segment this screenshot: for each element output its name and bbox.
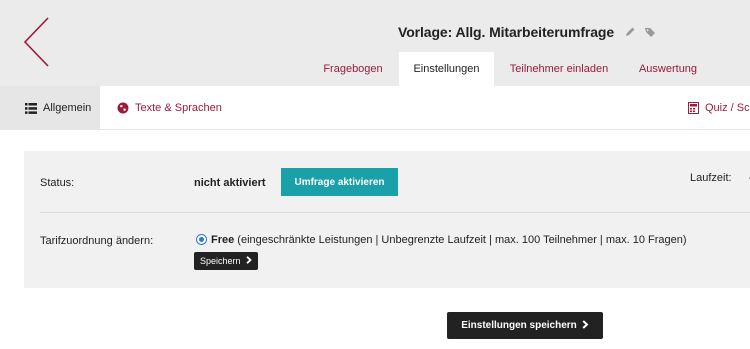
plan-name: Free xyxy=(211,234,235,246)
tarif-label: Tarifzuordnung ändern: xyxy=(40,235,154,247)
tag-icon[interactable] xyxy=(644,26,656,38)
status-value: nicht aktiviert xyxy=(194,177,266,189)
subnav-item-label: Quiz / Sc xyxy=(705,102,750,114)
save-plan-button[interactable]: Speichern xyxy=(194,252,258,270)
page-title: Vorlage: Allg. Mitarbeiterumfrage xyxy=(398,24,615,40)
chevron-right-icon xyxy=(582,319,589,332)
tab-einstellungen[interactable]: Einstellungen xyxy=(399,52,494,86)
status-label: Status: xyxy=(40,177,75,189)
calculator-icon xyxy=(688,102,699,114)
laufzeit: Laufzeit: - xyxy=(690,172,750,184)
plan-free-radio[interactable] xyxy=(196,234,207,245)
subnav-item-allgemein[interactable]: Allgemein xyxy=(0,86,101,130)
subnav-item-texte-sprachen[interactable]: Texte & Sprachen xyxy=(117,86,222,130)
laufzeit-label: Laufzeit: xyxy=(690,172,732,184)
save-plan-label: Speichern xyxy=(200,256,241,266)
subnav-item-quiz[interactable]: Quiz / Sc xyxy=(688,86,750,130)
tab-auswertung[interactable]: Auswertung xyxy=(628,52,708,86)
plan-details: (eingeschränkte Leistungen | Unbegrenzte… xyxy=(234,234,687,246)
activate-survey-button[interactable]: Umfrage aktivieren xyxy=(281,168,398,196)
sub-navigation: Allgemein Texte & Sprachen Quiz / Sc xyxy=(0,86,750,130)
tab-teilnehmer-einladen[interactable]: Teilnehmer einladen xyxy=(500,52,618,86)
subnav-item-label: Allgemein xyxy=(43,102,92,114)
save-settings-label: Einstellungen speichern xyxy=(461,320,577,331)
title-row: Vorlage: Allg. Mitarbeiterumfrage xyxy=(398,23,656,41)
header: Vorlage: Allg. Mitarbeiterumfrage Frageb… xyxy=(0,0,750,86)
globe-icon xyxy=(117,102,129,114)
settings-panel: Status: nicht aktiviert Umfrage aktivier… xyxy=(24,151,750,288)
plan-description: Free (eingeschränkte Leistungen | Unbegr… xyxy=(211,234,687,246)
tab-fragebogen[interactable]: Fragebogen xyxy=(313,52,393,86)
divider xyxy=(40,212,750,213)
subnav-item-label: Texte & Sprachen xyxy=(135,102,222,114)
pencil-icon[interactable] xyxy=(624,26,636,38)
tab-bar: Fragebogen Einstellungen Teilnehmer einl… xyxy=(0,52,750,86)
chevron-right-icon xyxy=(245,256,252,266)
list-icon xyxy=(25,102,37,114)
save-settings-button[interactable]: Einstellungen speichern xyxy=(447,312,603,339)
